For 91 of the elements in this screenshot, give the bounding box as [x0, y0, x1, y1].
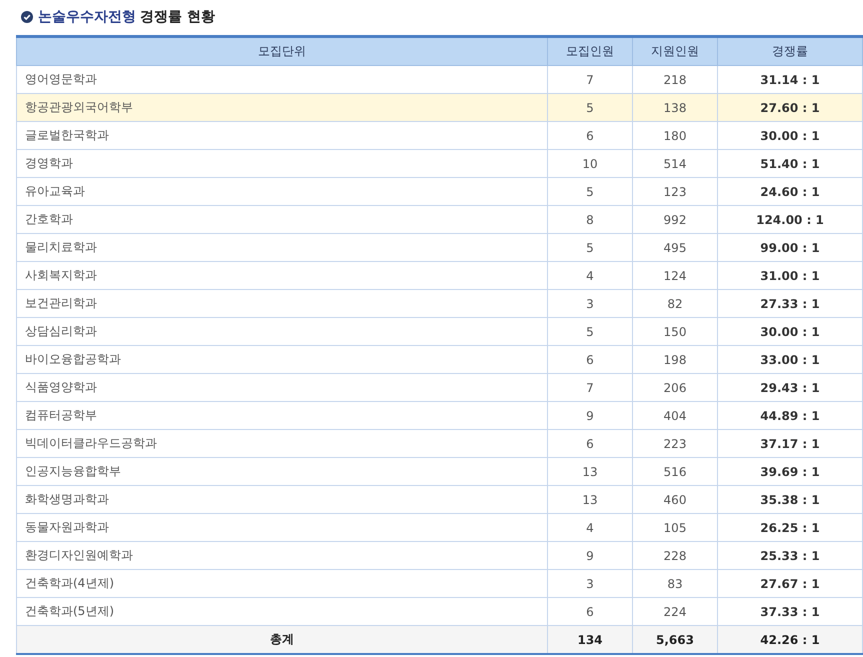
- column-header: 모집단위: [16, 36, 548, 66]
- table-cell: 218: [632, 66, 718, 94]
- table-cell: 식품영양학과: [16, 374, 548, 402]
- table-cell: 27.60 : 1: [718, 94, 862, 122]
- table-cell: 4: [548, 514, 632, 542]
- table-cell: 25.33 : 1: [718, 542, 862, 570]
- table-cell: 환경디자인원예학과: [16, 542, 548, 570]
- table-cell: 516: [632, 458, 718, 486]
- table-cell: 138: [632, 94, 718, 122]
- table-cell: 7: [548, 374, 632, 402]
- table-cell: 6: [548, 346, 632, 374]
- table-cell: 123: [632, 178, 718, 206]
- table-cell: 26.25 : 1: [718, 514, 862, 542]
- table-cell: 6: [548, 598, 632, 626]
- table-cell: 바이오융합공학과: [16, 346, 548, 374]
- table-cell: 30.00 : 1: [718, 122, 862, 150]
- table-cell: 동물자원과학과: [16, 514, 548, 542]
- table-cell: 27.33 : 1: [718, 290, 862, 318]
- table-cell: 10: [548, 150, 632, 178]
- table-cell: 유아교육과: [16, 178, 548, 206]
- column-header: 지원인원: [632, 36, 718, 66]
- table-cell: 보건관리학과: [16, 290, 548, 318]
- table-cell: 3: [548, 570, 632, 598]
- heading-category: 논술우수자전형: [38, 8, 136, 26]
- table-cell: 31.00 : 1: [718, 262, 862, 290]
- table-cell: 51.40 : 1: [718, 150, 862, 178]
- table-cell: 460: [632, 486, 718, 514]
- table-cell: 9: [548, 402, 632, 430]
- table-cell: 82: [632, 290, 718, 318]
- table-cell: 4: [548, 262, 632, 290]
- total-cell: 134: [548, 626, 632, 654]
- total-cell: 총계: [16, 626, 548, 654]
- table-cell: 124.00 : 1: [718, 206, 862, 234]
- table-cell: 5: [548, 94, 632, 122]
- table-cell: 6: [548, 430, 632, 458]
- table-cell: 99.00 : 1: [718, 234, 862, 262]
- table-cell: 건축학과(5년제): [16, 598, 548, 626]
- table-cell: 6: [548, 122, 632, 150]
- column-header: 모집인원: [548, 36, 632, 66]
- table-cell: 인공지능융합학부: [16, 458, 548, 486]
- table-cell: 180: [632, 122, 718, 150]
- table-cell: 5: [548, 178, 632, 206]
- table-cell: 228: [632, 542, 718, 570]
- table-cell: 150: [632, 318, 718, 346]
- table-cell: 35.38 : 1: [718, 486, 862, 514]
- table-cell: 5: [548, 234, 632, 262]
- table-cell: 13: [548, 458, 632, 486]
- table-cell: 경영학과: [16, 150, 548, 178]
- table-cell: 31.14 : 1: [718, 66, 862, 94]
- table-cell: 5: [548, 318, 632, 346]
- table-cell: 37.33 : 1: [718, 598, 862, 626]
- table-cell: 206: [632, 374, 718, 402]
- table-cell: 105: [632, 514, 718, 542]
- table-cell: 빅데이터클라우드공학과: [16, 430, 548, 458]
- table-cell: 39.69 : 1: [718, 458, 862, 486]
- table-cell: 24.60 : 1: [718, 178, 862, 206]
- table-cell: 992: [632, 206, 718, 234]
- table-cell: 화학생명과학과: [16, 486, 548, 514]
- table-cell: 사회복지학과: [16, 262, 548, 290]
- table-cell: 영어영문학과: [16, 66, 548, 94]
- table-cell: 7: [548, 66, 632, 94]
- table-cell: 404: [632, 402, 718, 430]
- table-cell: 30.00 : 1: [718, 318, 862, 346]
- total-cell: 42.26 : 1: [718, 626, 862, 654]
- heading-title: 경쟁률 현황: [140, 8, 215, 26]
- table-cell: 37.17 : 1: [718, 430, 862, 458]
- table-cell: 9: [548, 542, 632, 570]
- check-circle-icon: [21, 11, 33, 23]
- table-cell: 83: [632, 570, 718, 598]
- table-cell: 27.67 : 1: [718, 570, 862, 598]
- table-cell: 컴퓨터공학부: [16, 402, 548, 430]
- table-cell: 13: [548, 486, 632, 514]
- table-cell: 29.43 : 1: [718, 374, 862, 402]
- total-cell: 5,663: [632, 626, 718, 654]
- table-cell: 33.00 : 1: [718, 346, 862, 374]
- table-cell: 건축학과(4년제): [16, 570, 548, 598]
- table-cell: 항공관광외국어학부: [16, 94, 548, 122]
- table-cell: 상담심리학과: [16, 318, 548, 346]
- table-cell: 198: [632, 346, 718, 374]
- table-cell: 514: [632, 150, 718, 178]
- table-cell: 495: [632, 234, 718, 262]
- table-cell: 224: [632, 598, 718, 626]
- table-cell: 3: [548, 290, 632, 318]
- table-cell: 124: [632, 262, 718, 290]
- table-cell: 간호학과: [16, 206, 548, 234]
- table-cell: 223: [632, 430, 718, 458]
- table-cell: 글로벌한국학과: [16, 122, 548, 150]
- column-header: 경쟁률: [718, 36, 862, 66]
- table-cell: 물리치료학과: [16, 234, 548, 262]
- table-cell: 44.89 : 1: [718, 402, 862, 430]
- table-cell: 8: [548, 206, 632, 234]
